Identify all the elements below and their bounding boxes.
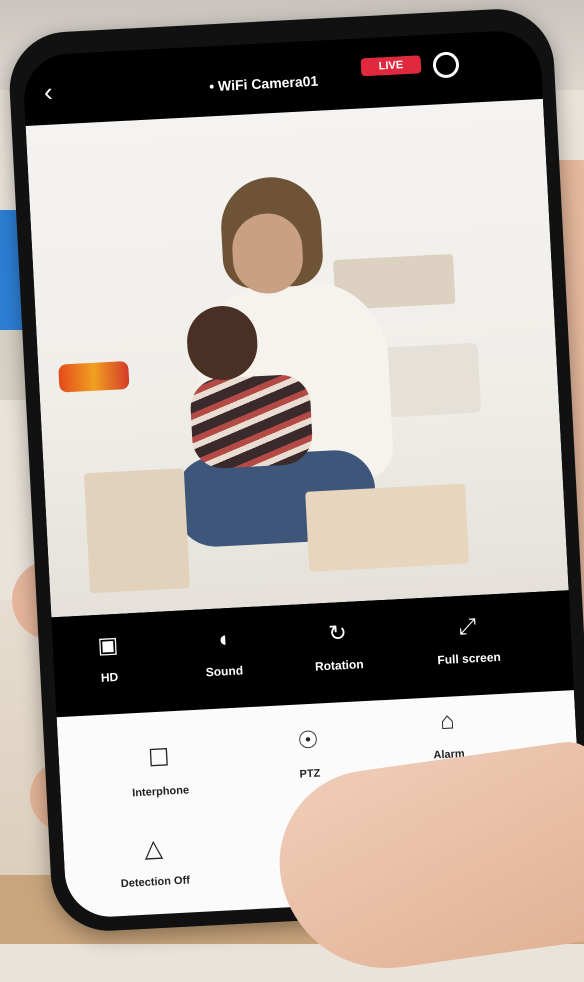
sound-button[interactable]: ◖ Sound	[167, 624, 280, 684]
detection-label: Detection Off	[120, 874, 191, 891]
ptz-label: PTZ	[299, 767, 321, 781]
sound-label: Sound	[205, 663, 244, 680]
microphone-icon: ☐	[147, 744, 171, 773]
interphone-button[interactable]: ☐ Interphone	[98, 741, 221, 803]
wooden-box	[305, 483, 470, 572]
hd-button[interactable]: ▣ HD	[52, 630, 165, 690]
hd-label: HD	[100, 669, 119, 685]
hd-icon: ▣	[96, 631, 119, 658]
camera-title: • WiFi Camera01	[208, 72, 319, 95]
fullscreen-button[interactable]: ⤢ Full screen	[412, 611, 525, 671]
detection-button[interactable]: △ Detection Off	[93, 831, 216, 893]
interphone-label: Interphone	[131, 784, 190, 800]
chevron-left-icon[interactable]: ‹	[43, 77, 53, 107]
toys	[58, 360, 130, 393]
status-badge: LIVE	[360, 55, 422, 77]
rotate-icon: ↻	[327, 619, 348, 646]
fullscreen-icon: ⤢	[457, 613, 477, 640]
child	[189, 373, 314, 470]
alarm-icon: ⌂	[439, 707, 456, 736]
motion-icon: △	[143, 834, 164, 863]
speaker-icon: ◖	[215, 626, 231, 652]
fullscreen-label: Full screen	[437, 649, 502, 668]
camera-video-feed[interactable]	[25, 98, 569, 618]
gear-icon[interactable]	[432, 51, 460, 79]
rotation-label: Rotation	[314, 657, 364, 674]
wooden-toy	[83, 468, 191, 594]
ptz-icon: ☉	[296, 726, 320, 755]
rotation-button[interactable]: ↻ Rotation	[282, 618, 395, 678]
